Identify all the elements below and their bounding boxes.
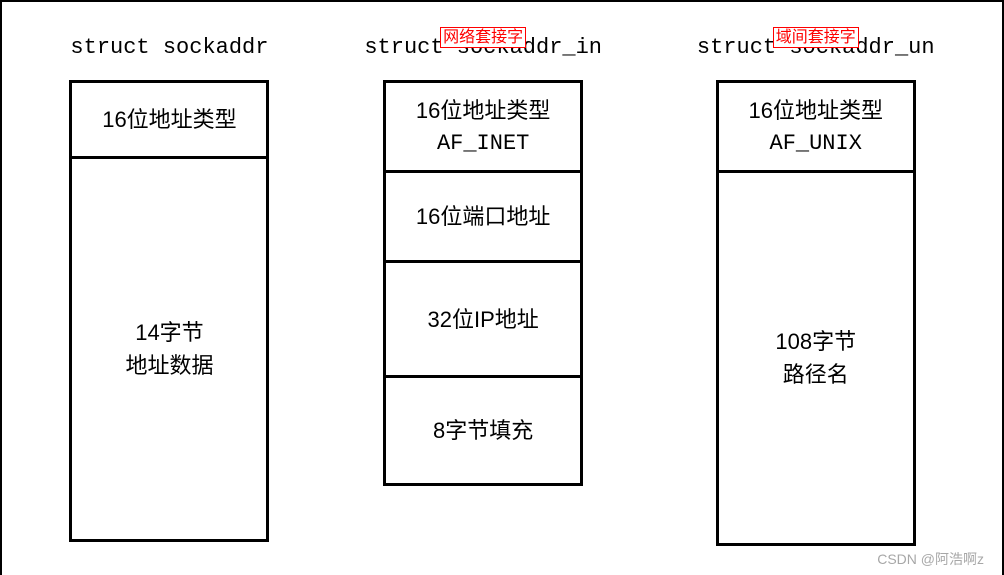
- cell-text: 路径名: [783, 358, 849, 391]
- diagram-container: struct sockaddr 16位地址类型 14字节 地址数据 网络套接字 …: [2, 2, 1002, 575]
- cell-text: 16位端口地址: [416, 200, 550, 233]
- annotation-network-socket: 网络套接字: [440, 27, 526, 48]
- cell-text: 地址数据: [125, 349, 213, 382]
- box-sockaddr-in: 16位地址类型 AF_INET 16位端口地址 32位IP地址 8字节填充: [383, 80, 583, 486]
- cell-addr-type: 16位地址类型: [72, 83, 266, 159]
- cell-text-mono: AF_UNIX: [770, 127, 862, 160]
- column-sockaddr-in: 网络套接字 struct sockaddr_in 16位地址类型 AF_INET…: [364, 17, 602, 575]
- cell-padding: 8字节填充: [386, 378, 580, 483]
- cell-text: 32位IP地址: [428, 303, 539, 336]
- box-sockaddr: 16位地址类型 14字节 地址数据: [69, 80, 269, 542]
- column-sockaddr-un: 域间套接字 struct sockaddr_un 16位地址类型 AF_UNIX…: [697, 17, 935, 575]
- cell-text: 108字节: [775, 325, 856, 358]
- cell-text: 14字节: [135, 316, 203, 349]
- cell-text-mono: AF_INET: [437, 127, 529, 160]
- cell-path: 108字节 路径名: [719, 173, 913, 543]
- cell-text: 16位地址类型: [748, 94, 882, 127]
- cell-ip: 32位IP地址: [386, 263, 580, 378]
- cell-text: 8字节填充: [433, 414, 533, 447]
- cell-port: 16位端口地址: [386, 173, 580, 263]
- box-sockaddr-un: 16位地址类型 AF_UNIX 108字节 路径名: [716, 80, 916, 546]
- cell-text: 16位地址类型: [102, 103, 236, 136]
- annotation-domain-socket: 域间套接字: [773, 27, 859, 48]
- cell-text: 16位地址类型: [416, 94, 550, 127]
- column-sockaddr: struct sockaddr 16位地址类型 14字节 地址数据: [69, 17, 269, 575]
- title-sockaddr: struct sockaddr: [70, 35, 268, 60]
- watermark: CSDN @阿浩啊z: [877, 549, 984, 569]
- cell-addr-data: 14字节 地址数据: [72, 159, 266, 539]
- cell-addr-type-unix: 16位地址类型 AF_UNIX: [719, 83, 913, 173]
- cell-addr-type-inet: 16位地址类型 AF_INET: [386, 83, 580, 173]
